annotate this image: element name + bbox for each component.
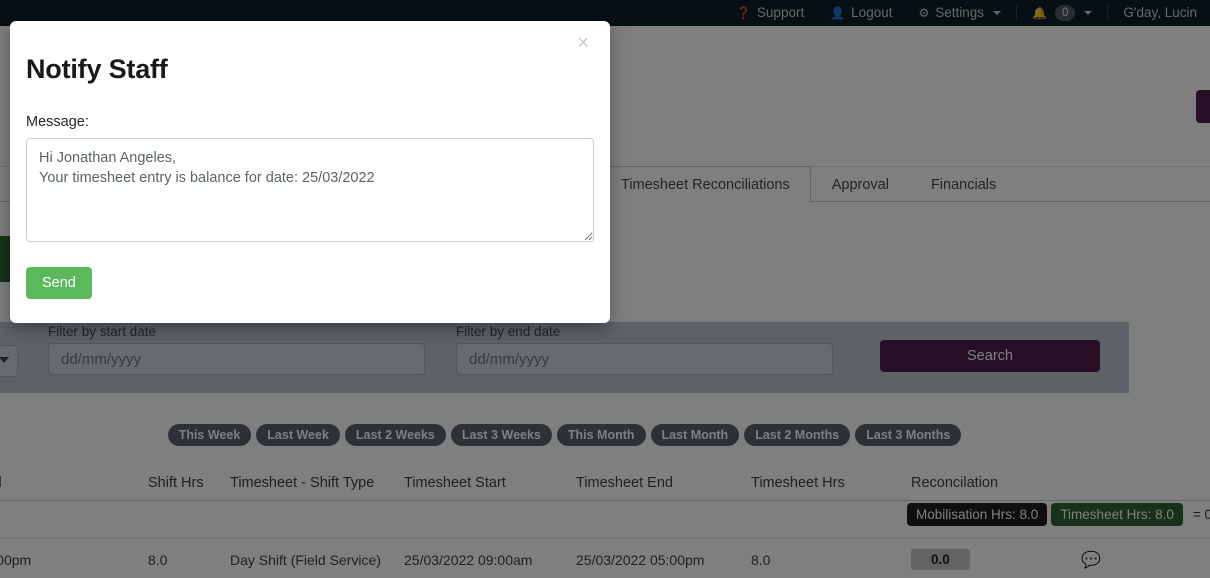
message-label: Message: [26, 114, 89, 130]
message-textarea[interactable] [26, 138, 594, 242]
app-root: ❓ Support 👤 Logout ⚙ Settings 🔔 0 G'day,… [0, 0, 1210, 578]
modal-body: Message: [10, 85, 610, 247]
notify-staff-modal: × Notify Staff Message: Send [10, 21, 610, 323]
send-button[interactable]: Send [26, 267, 92, 299]
close-icon[interactable]: × [571, 32, 595, 54]
modal-footer: Send [10, 247, 610, 323]
modal-title: Notify Staff [26, 54, 168, 84]
